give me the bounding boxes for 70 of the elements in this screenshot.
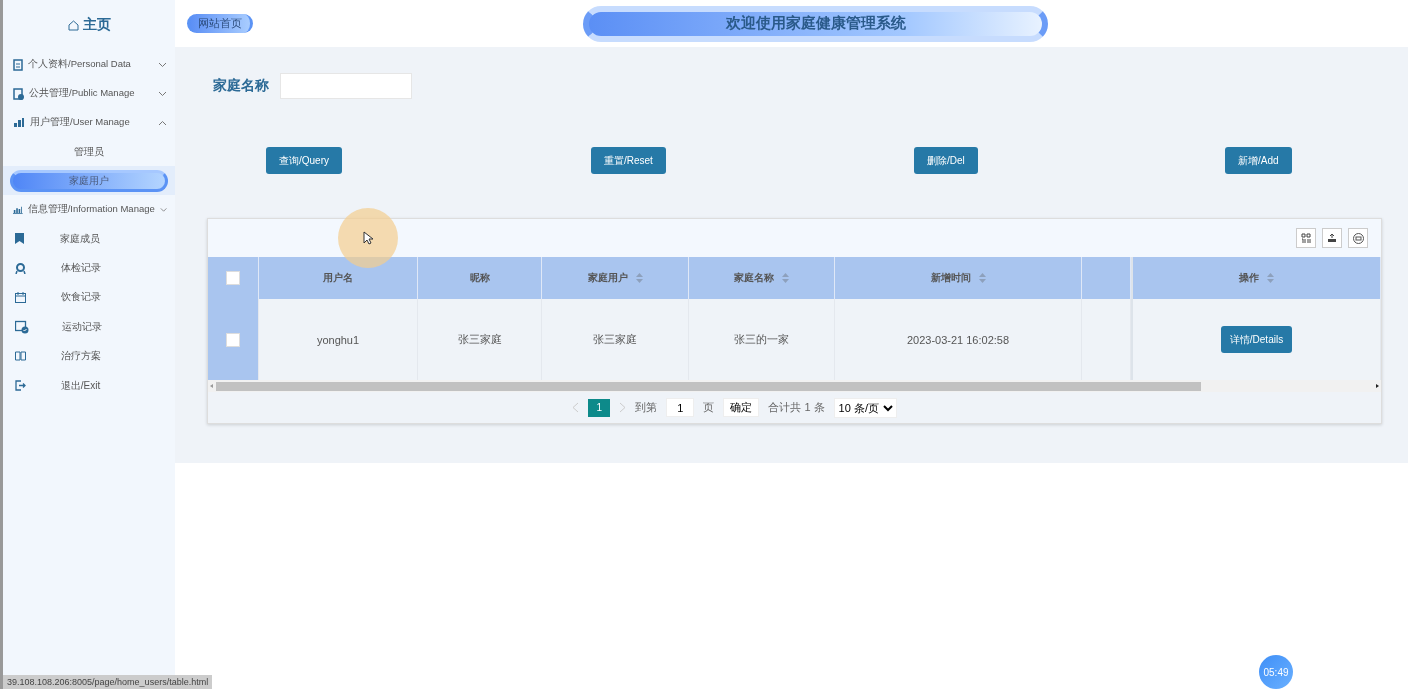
bookmark-icon [15, 233, 24, 245]
column-header[interactable]: 家庭用户 [587, 271, 628, 285]
action-button[interactable]: 删除/Del [914, 147, 978, 174]
column-header[interactable]: 家庭名称 [734, 271, 774, 285]
sidebar-item[interactable]: 退出/Exit [3, 370, 175, 401]
calendar-icon [15, 291, 26, 303]
sidebar-item[interactable]: 运动记录 [3, 312, 175, 342]
action-button[interactable]: 新增/Add [1225, 147, 1292, 174]
print-icon [1352, 232, 1364, 244]
sidebar-item[interactable]: 治疗方案 [3, 341, 175, 371]
goto-label: 到第 [635, 400, 658, 415]
total-count: 合计共 1 条 [768, 400, 825, 415]
checkbox[interactable] [226, 332, 240, 347]
sidebar-item[interactable]: 体检记录 [3, 253, 175, 283]
document-icon [13, 58, 23, 71]
sidebar-menu[interactable]: 用户管理/User Manage [3, 108, 175, 137]
status-url: 39.108.108.206:8005/page/home_users/table.html [3, 675, 213, 689]
search-field[interactable] [280, 73, 412, 99]
export-icon [1327, 233, 1337, 243]
print-button[interactable] [1348, 228, 1368, 248]
previous-icon[interactable] [572, 402, 580, 413]
page-size-select[interactable]: 10 条/页 [833, 397, 897, 418]
home-link[interactable]: 主页 [3, 0, 175, 50]
sort-icon[interactable] [978, 273, 986, 283]
award-icon [15, 262, 26, 274]
chevron-up-icon [158, 119, 167, 126]
bar-chart-icon [13, 117, 25, 128]
sidebar-item[interactable]: 饮食记录 [3, 282, 175, 313]
chevron-down-icon [158, 90, 167, 97]
columns-button[interactable] [1296, 228, 1316, 248]
checkbox[interactable] [226, 271, 240, 285]
sort-icon[interactable] [782, 273, 789, 283]
action-button[interactable]: 重置/Reset [591, 147, 666, 174]
clipboard-icon [13, 87, 24, 100]
sort-icon[interactable] [1267, 273, 1274, 283]
bar-chart-icon [13, 204, 23, 215]
column-header[interactable]: 新增时间 [930, 271, 971, 285]
horizontal-scrollbar[interactable] [208, 380, 1381, 392]
field-label: 家庭名称 [213, 77, 269, 95]
page-number[interactable]: 1 [588, 398, 611, 417]
column-header[interactable]: 操作 [1239, 271, 1259, 285]
home-icon [67, 19, 79, 31]
details-button[interactable]: 详情/Details [1220, 326, 1293, 353]
column-header[interactable]: 用户名 [323, 271, 353, 285]
sidebar-menu[interactable]: 个人资料/Personal Data [3, 50, 175, 79]
scroll-right-icon[interactable] [1373, 382, 1381, 390]
chevron-down-icon [158, 61, 167, 68]
timer-badge: 05:49 [1259, 655, 1293, 689]
next-icon[interactable] [619, 402, 627, 413]
chevron-down-icon [159, 206, 167, 213]
column-header[interactable]: 昵称 [469, 271, 490, 285]
page-field[interactable]: 1 [666, 398, 695, 417]
grid-icon [1301, 233, 1311, 243]
sidebar-item[interactable]: 家庭成员 [3, 224, 175, 254]
sort-icon[interactable] [635, 273, 643, 283]
confirm-button[interactable]: 确定 [723, 398, 760, 417]
sidebar-menu[interactable]: 公共管理/Public Manage [3, 79, 175, 108]
cursor-icon [363, 231, 373, 245]
sidebar-item[interactable]: 家庭用户 [10, 169, 168, 192]
page-unit: 页 [703, 400, 715, 415]
book-icon [15, 351, 26, 362]
sidebar-menu[interactable]: 信息管理/Information Manage [3, 195, 175, 224]
exit-icon [15, 380, 26, 392]
scroll-left-icon[interactable] [208, 382, 216, 390]
action-button[interactable]: 查询/Query [266, 147, 342, 174]
calendar-check-icon [15, 319, 29, 334]
page-title: 欢迎使用家庭健康管理系统 [725, 14, 906, 33]
export-button[interactable] [1322, 228, 1342, 248]
sidebar-item[interactable]: 管理员 [74, 144, 104, 159]
site-home-link[interactable]: 网站首页 [187, 14, 253, 33]
